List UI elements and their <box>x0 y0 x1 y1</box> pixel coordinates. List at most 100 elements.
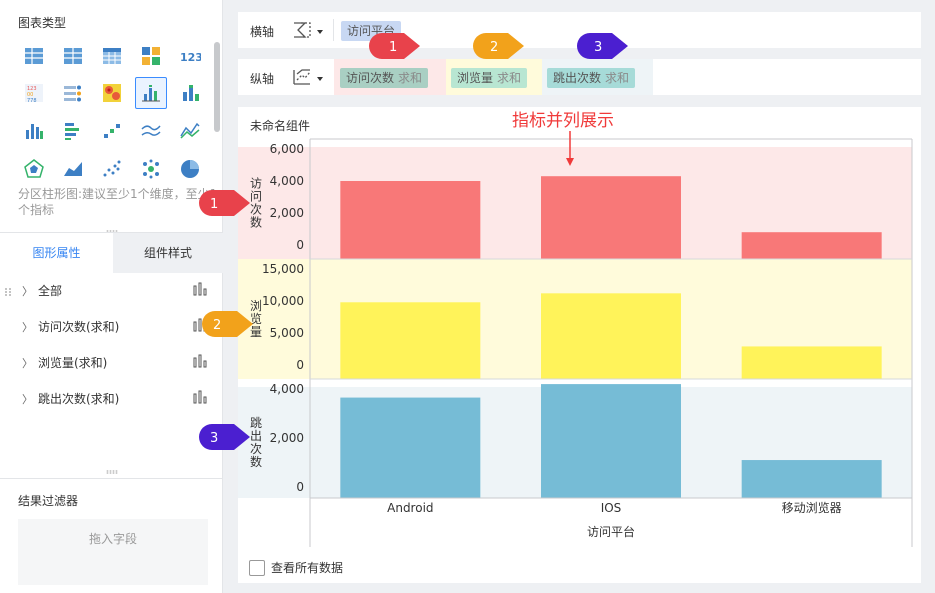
kpi-card-icon[interactable]: 123 00 778 <box>18 77 50 109</box>
bar-settings-icon[interactable] <box>193 354 207 368</box>
y-axis-title-char: 数 <box>250 454 262 469</box>
chevron-down-icon[interactable] <box>317 30 323 34</box>
y-axis-field-pill[interactable]: 访问次数 求和 <box>340 68 429 88</box>
area-line-icon[interactable] <box>174 115 206 147</box>
partition-bar-chart: 6,0004,0002,0000访问次数15,00010,0005,0000浏览… <box>238 138 913 547</box>
field-name: 访问次数 <box>346 71 395 85</box>
attr-item-label: 浏览量(求和) <box>38 356 108 370</box>
line-chart-icon[interactable] <box>135 115 167 147</box>
bar-2-1 <box>340 302 481 379</box>
resize-handle-bottom[interactable] <box>106 470 118 474</box>
property-tabs: 图形属性 组件样式 <box>0 232 223 273</box>
bar-3-1 <box>340 397 481 498</box>
y-tick-label: 15,000 <box>262 262 304 276</box>
attr-item-label: 跳出次数(求和) <box>38 392 120 406</box>
badge-number: 1 <box>210 197 218 212</box>
measure-group-2: 浏览量 求和 <box>446 59 542 95</box>
y-axis-field-pill[interactable]: 跳出次数 求和 <box>547 68 636 88</box>
y-tick-label: 10,000 <box>262 294 304 308</box>
kpi-number-icon[interactable]: 123 <box>174 40 206 72</box>
field-aggregation: 求和 <box>497 71 522 85</box>
annotation-arrow-icon <box>566 131 574 166</box>
attr-item-bounces[interactable]: 〉 跳出次数(求和) <box>0 380 223 416</box>
y-axis-label: 纵轴 <box>250 72 275 86</box>
filter-drop-zone[interactable]: 拖入字段 <box>18 519 208 585</box>
marker-badge-1: 1 <box>366 30 422 62</box>
stacked-bar-icon[interactable] <box>174 77 206 109</box>
kpi-list-icon[interactable] <box>57 77 89 109</box>
annotation-text: 指标并列展示 <box>512 111 614 131</box>
divider <box>333 19 334 41</box>
badge-number: 2 <box>213 318 221 333</box>
y-tick-label: 0 <box>296 480 304 494</box>
chart-type-description: 分区柱形图:建议至少1个维度，至少1个指标 <box>18 187 218 217</box>
bubble-icon[interactable] <box>135 153 167 185</box>
measure-group-1: 访问次数 求和 <box>334 59 446 95</box>
bar-chart-icon[interactable] <box>18 115 50 147</box>
attr-item-pageviews[interactable]: 〉 浏览量(求和) <box>0 344 223 380</box>
scatter-icon[interactable] <box>96 153 128 185</box>
multi-color-block-icon[interactable] <box>135 40 167 72</box>
chart-type-scrollbar[interactable] <box>214 42 220 132</box>
chevron-right-icon: 〉 <box>22 357 33 370</box>
svg-text:778: 778 <box>27 98 37 104</box>
radar-icon[interactable] <box>18 153 50 185</box>
scatter-dot-icon[interactable] <box>96 115 128 147</box>
tab-component-style[interactable]: 组件样式 <box>113 233 223 273</box>
svg-text:123: 123 <box>180 51 201 64</box>
divider <box>0 478 223 479</box>
bar-1-2 <box>541 176 681 259</box>
marker-badge-3-left: 3 <box>196 421 252 453</box>
y-axis-type-icon[interactable] <box>291 66 313 88</box>
bar-settings-icon[interactable] <box>193 282 207 296</box>
bar-3-3 <box>741 460 882 498</box>
checkbox-icon[interactable] <box>249 559 265 576</box>
field-name: 浏览量 <box>457 71 494 85</box>
detail-table-icon[interactable] <box>96 40 128 72</box>
chevron-right-icon: 〉 <box>22 285 33 298</box>
x-tick-label: Android <box>387 501 433 515</box>
marker-badge-1-left: 1 <box>196 187 252 219</box>
x-axis-title: 访问平台 <box>587 524 635 539</box>
chevron-down-icon[interactable] <box>317 77 323 81</box>
x-tick-label: 移动浏览器 <box>782 500 842 515</box>
y-tick-label: 5,000 <box>270 326 304 340</box>
y-tick-label: 0 <box>296 358 304 372</box>
left-panel: 图表类型 123 123 00 778 分区柱形图:建议至少1个维度，至少1个指… <box>0 0 223 593</box>
badge-number: 3 <box>210 431 218 446</box>
show-all-data-checkbox[interactable]: 查看所有数据 <box>249 559 343 576</box>
pie-icon[interactable] <box>174 153 206 185</box>
y-tick-label: 4,000 <box>270 382 304 396</box>
y-axis-field-pill[interactable]: 浏览量 求和 <box>451 68 528 88</box>
chart-type-title: 图表类型 <box>18 16 67 30</box>
x-tick-label: IOS <box>601 501 622 515</box>
chevron-right-icon: 〉 <box>22 393 33 406</box>
show-all-data-label: 查看所有数据 <box>271 561 344 575</box>
component-name[interactable]: 未命名组件 <box>250 117 310 134</box>
bar-settings-icon[interactable] <box>193 390 207 404</box>
bar-2-2 <box>541 293 681 379</box>
area-chart-icon[interactable] <box>57 153 89 185</box>
heatmap-icon[interactable] <box>96 77 128 109</box>
x-axis-type-icon[interactable] <box>291 19 313 41</box>
y-tick-label: 2,000 <box>270 431 304 445</box>
y-tick-label: 6,000 <box>270 142 304 156</box>
cross-table-icon[interactable] <box>57 40 89 72</box>
attr-item-visits[interactable]: 〉 访问次数(求和) <box>0 308 223 344</box>
bar-3-2 <box>541 384 681 498</box>
horizontal-bar-icon[interactable] <box>57 115 89 147</box>
field-aggregation: 求和 <box>605 71 630 85</box>
app-window: 图表类型 123 123 00 778 分区柱形图:建议至少1个维度，至少1个指… <box>0 0 935 593</box>
chevron-right-icon: 〉 <box>22 321 33 334</box>
chart-panel: 6,000 4,000 2,000 0 访问次数 15,000 10,000 5,000 0 浏览… <box>238 107 921 583</box>
field-aggregation: 求和 <box>398 71 423 85</box>
attr-item-all[interactable]: 〉 全部 <box>0 272 223 308</box>
table-icon[interactable] <box>18 40 50 72</box>
y-axis-shelf: 纵轴 访问次数 求和 浏览量 求和 跳出次数 求和 <box>238 59 921 95</box>
filter-title: 结果过滤器 <box>18 494 79 508</box>
partition-bar-icon[interactable] <box>135 77 167 109</box>
tab-graphic-attributes[interactable]: 图形属性 <box>0 233 113 273</box>
bar-2-3 <box>741 346 882 379</box>
attr-item-label: 全部 <box>38 284 63 298</box>
y-tick-label: 0 <box>296 238 304 252</box>
